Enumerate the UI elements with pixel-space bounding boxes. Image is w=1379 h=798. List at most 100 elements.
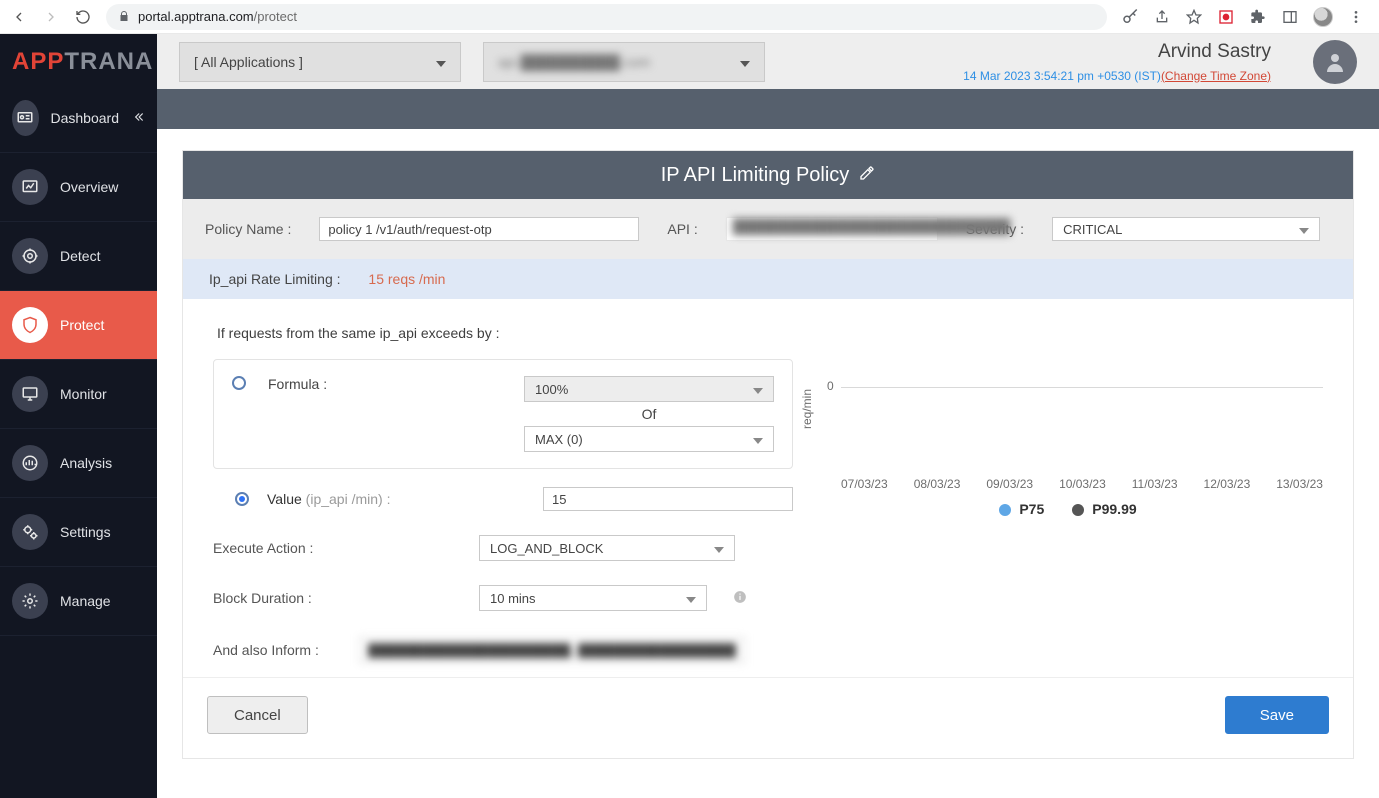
chevron-down-icon bbox=[753, 382, 763, 397]
sidebar-item-label: Settings bbox=[60, 524, 111, 540]
sidebar-item-manage[interactable]: Manage bbox=[0, 567, 157, 636]
of-label: Of bbox=[524, 406, 774, 422]
kebab-icon[interactable] bbox=[1347, 8, 1365, 26]
execute-action-select[interactable]: LOG_AND_BLOCK bbox=[479, 535, 735, 561]
sidebar-item-analysis[interactable]: Analysis bbox=[0, 429, 157, 498]
edit-icon[interactable] bbox=[859, 164, 875, 187]
value-label: Value (ip_api /min) : bbox=[267, 491, 390, 507]
panel-title: IP API Limiting Policy bbox=[661, 164, 850, 187]
forward-icon bbox=[42, 8, 60, 26]
star-icon[interactable] bbox=[1185, 8, 1203, 26]
block-duration-select[interactable]: 10 mins bbox=[479, 585, 707, 611]
sidebar-item-protect[interactable]: Protect bbox=[0, 291, 157, 360]
detect-icon bbox=[12, 238, 48, 274]
chevron-down-icon bbox=[740, 54, 750, 70]
user-name: Arvind Sastry bbox=[963, 41, 1271, 63]
extensions-icon[interactable] bbox=[1249, 8, 1267, 26]
chart-legend: P75 P99.99 bbox=[813, 501, 1323, 517]
browser-actions bbox=[1121, 7, 1369, 27]
rate-limit-strip: Ip_api Rate Limiting : 15 reqs /min bbox=[183, 259, 1353, 299]
url-bar[interactable]: portal.apptrana.com/protect bbox=[106, 4, 1107, 30]
sidebar-item-settings[interactable]: Settings bbox=[0, 498, 157, 567]
legend-item-p75[interactable]: P75 bbox=[999, 501, 1044, 517]
user-block: Arvind Sastry 14 Mar 2023 3:54:21 pm +05… bbox=[963, 41, 1271, 83]
content: IP API Limiting Policy Policy Name : API… bbox=[157, 129, 1379, 798]
url-text: portal.apptrana.com/protect bbox=[138, 9, 297, 24]
formula-percent-select[interactable]: 100% bbox=[524, 376, 774, 402]
analysis-icon bbox=[12, 445, 48, 481]
share-icon[interactable] bbox=[1153, 8, 1171, 26]
user-avatar-icon[interactable] bbox=[1313, 40, 1357, 84]
chart-x-tick: 09/03/23 bbox=[986, 477, 1033, 491]
site-selector-value: api.██████████.com bbox=[498, 54, 650, 70]
profile-avatar-icon[interactable] bbox=[1313, 7, 1333, 27]
execute-action-value: LOG_AND_BLOCK bbox=[490, 541, 603, 556]
legend-dot-icon bbox=[999, 504, 1011, 516]
dashboard-icon bbox=[12, 100, 39, 136]
form-column: If requests from the same ip_api exceeds… bbox=[213, 319, 793, 663]
sidebar-item-dashboard[interactable]: Dashboard bbox=[0, 84, 157, 153]
key-icon[interactable] bbox=[1121, 8, 1139, 26]
sidebar-item-detect[interactable]: Detect bbox=[0, 222, 157, 291]
severity-select[interactable]: CRITICAL bbox=[1052, 217, 1320, 241]
chart-x-tick: 07/03/23 bbox=[841, 477, 888, 491]
sidebar-item-overview[interactable]: Overview bbox=[0, 153, 157, 222]
meta-row: Policy Name : API : ████████████████████… bbox=[183, 199, 1353, 259]
chart-gridline bbox=[841, 387, 1323, 388]
reload-icon[interactable] bbox=[74, 8, 92, 26]
sidebar-item-label: Analysis bbox=[60, 455, 112, 471]
req-per-min-chart: req/min 0 07/03/23 08/03/23 09/03/23 10/… bbox=[813, 319, 1323, 499]
chart-x-tick: 12/03/23 bbox=[1204, 477, 1251, 491]
legend-item-p9999[interactable]: P99.99 bbox=[1072, 501, 1136, 517]
change-timezone-link[interactable]: (Change Time Zone) bbox=[1161, 69, 1271, 83]
formula-group: Formula : 100% Of MAX (0) bbox=[213, 359, 793, 469]
execute-action-label: Execute Action : bbox=[213, 540, 461, 556]
value-input[interactable] bbox=[543, 487, 793, 511]
chart-x-tick: 11/03/23 bbox=[1132, 477, 1178, 491]
monitor-icon bbox=[12, 376, 48, 412]
chevron-down-icon bbox=[714, 541, 724, 556]
rate-limit-value: 15 reqs /min bbox=[368, 271, 445, 287]
block-duration-label: Block Duration : bbox=[213, 590, 461, 606]
application-selector[interactable]: [ All Applications ] bbox=[179, 42, 461, 82]
secondary-header-bar bbox=[157, 89, 1379, 129]
timestamp-line: 14 Mar 2023 3:54:21 pm +0530 (IST)(Chang… bbox=[963, 69, 1271, 83]
chart-x-tick: 10/03/23 bbox=[1059, 477, 1106, 491]
panel-footer: Cancel Save bbox=[183, 677, 1353, 758]
inform-row: And also Inform : bbox=[213, 637, 793, 663]
radio-value[interactable] bbox=[235, 492, 249, 506]
formula-agg-select[interactable]: MAX (0) bbox=[524, 426, 774, 452]
block-duration-value: 10 mins bbox=[490, 591, 536, 606]
overview-icon bbox=[12, 169, 48, 205]
inform-input[interactable] bbox=[359, 637, 745, 663]
sidebar-item-label: Detect bbox=[60, 248, 100, 264]
cancel-button[interactable]: Cancel bbox=[207, 696, 308, 734]
execute-action-row: Execute Action : LOG_AND_BLOCK bbox=[213, 535, 793, 561]
chart-x-ticks: 07/03/23 08/03/23 09/03/23 10/03/23 11/0… bbox=[841, 477, 1323, 491]
sidebar-item-monitor[interactable]: Monitor bbox=[0, 360, 157, 429]
sidebar-item-label: Manage bbox=[60, 593, 111, 609]
rate-limit-label: Ip_api Rate Limiting : bbox=[209, 271, 341, 287]
url-path: /protect bbox=[254, 9, 297, 24]
record-icon[interactable] bbox=[1217, 8, 1235, 26]
formula-label: Formula : bbox=[268, 376, 502, 392]
sidebar-item-label: Dashboard bbox=[51, 110, 120, 126]
chart-x-tick: 13/03/23 bbox=[1276, 477, 1323, 491]
shield-icon bbox=[12, 307, 48, 343]
sidepanel-icon[interactable] bbox=[1281, 8, 1299, 26]
gears-icon bbox=[12, 514, 48, 550]
formula-percent-value: 100% bbox=[535, 382, 568, 397]
app-root: APPTRANA Dashboard Overview Detect Prote… bbox=[0, 34, 1379, 798]
back-icon[interactable] bbox=[10, 8, 28, 26]
info-icon[interactable] bbox=[733, 590, 747, 607]
policy-name-input[interactable] bbox=[319, 217, 639, 241]
sidebar-item-label: Monitor bbox=[60, 386, 107, 402]
gear-icon bbox=[12, 583, 48, 619]
site-selector[interactable]: api.██████████.com bbox=[483, 42, 765, 82]
radio-formula[interactable] bbox=[232, 376, 246, 390]
save-button[interactable]: Save bbox=[1225, 696, 1329, 734]
chevron-down-icon bbox=[686, 591, 696, 606]
lock-icon bbox=[118, 9, 130, 25]
chart-y-axis-label: req/min bbox=[800, 389, 814, 429]
topbar: [ All Applications ] api.██████████.com … bbox=[157, 34, 1379, 89]
